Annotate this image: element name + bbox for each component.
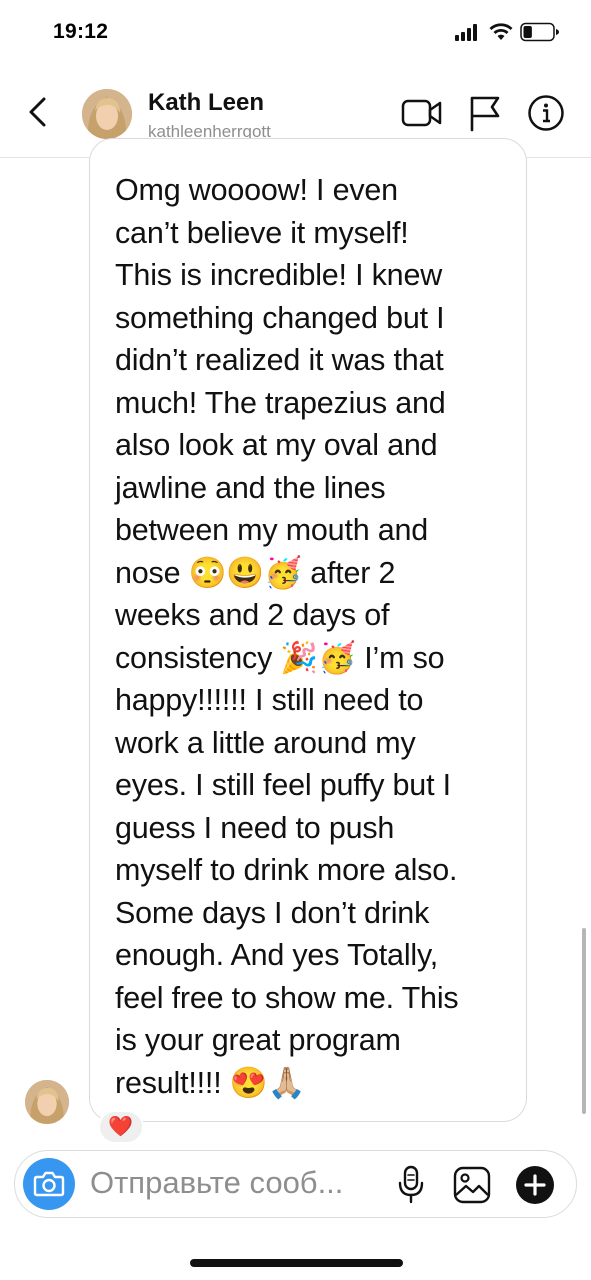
message-bubble[interactable]: Omg woooow! I even can’t believe it myse… (89, 138, 527, 1122)
camera-button[interactable] (23, 1158, 75, 1210)
plus-icon (524, 1174, 546, 1196)
flag-icon[interactable] (468, 94, 502, 132)
chevron-left-icon[interactable] (22, 94, 54, 130)
video-camera-icon[interactable] (401, 97, 443, 129)
home-indicator[interactable] (190, 1259, 403, 1267)
camera-icon (33, 1171, 65, 1197)
microphone-icon[interactable] (396, 1165, 426, 1205)
message-input[interactable] (90, 1163, 375, 1203)
message-composer (14, 1150, 577, 1218)
info-icon[interactable] (527, 94, 565, 132)
sender-avatar[interactable] (25, 1080, 69, 1124)
reaction-badge[interactable]: ❤️ (98, 1110, 144, 1144)
avatar[interactable] (82, 89, 132, 139)
avatar-photo (82, 89, 132, 139)
cellular-signal-icon (455, 24, 477, 41)
add-button[interactable] (516, 1166, 554, 1204)
status-bar: 19:12 (0, 0, 591, 64)
gallery-icon[interactable] (452, 1165, 492, 1205)
scroll-indicator[interactable] (582, 928, 586, 1114)
status-time: 19:12 (53, 20, 109, 43)
sender-avatar-photo (25, 1080, 69, 1124)
wifi-icon (489, 23, 513, 40)
battery-icon (520, 22, 559, 42)
heart-reaction: ❤️ (108, 1116, 133, 1138)
message-text: Omg woooow! I even can’t believe it myse… (115, 173, 459, 1100)
contact-name[interactable]: Kath Leen (148, 89, 264, 117)
